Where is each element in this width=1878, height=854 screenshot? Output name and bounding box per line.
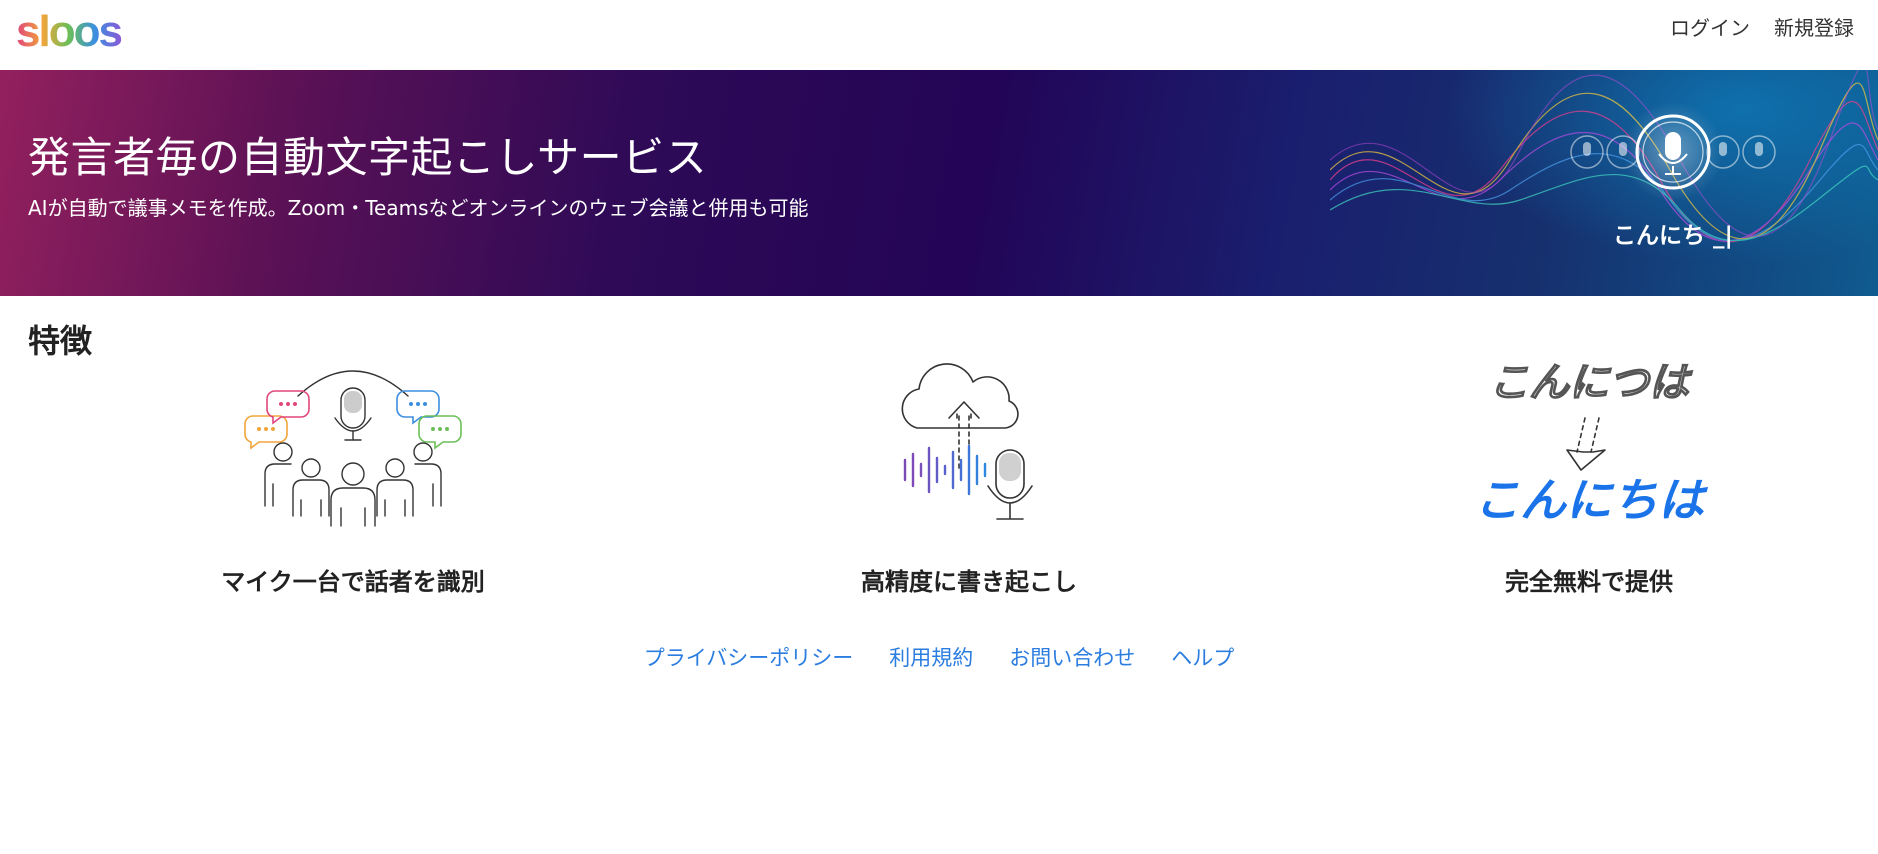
contact-link[interactable]: お問い合わせ xyxy=(1009,642,1135,672)
footer-links: プライバシーポリシー 利用規約 お問い合わせ ヘルプ xyxy=(0,642,1878,672)
svg-text:こんにつは: こんにつは xyxy=(1489,361,1693,405)
login-link[interactable]: ログイン xyxy=(1670,13,1750,43)
feature-label: 完全無料で提供 xyxy=(1505,568,1673,596)
hero-title: 発言者毎の自動文字起こしサービス xyxy=(28,133,708,182)
cloud-upload-microphone-icon xyxy=(901,363,1033,520)
feature-free: こんにつは こんにちは 完全無料で提供 xyxy=(1379,356,1799,596)
register-link[interactable]: 新規登録 xyxy=(1774,13,1854,43)
hero-banner: 発言者毎の自動文字起こしサービス AIが自動で議事メモを作成。Zoom・Team… xyxy=(0,70,1878,296)
sloos-logo[interactable]: sloos xyxy=(16,6,126,56)
privacy-policy-link[interactable]: プライバシーポリシー xyxy=(644,642,854,672)
speakers-microphone-icon xyxy=(244,370,462,527)
help-link[interactable]: ヘルプ xyxy=(1171,642,1234,672)
svg-text:sloos: sloos xyxy=(16,7,121,56)
svg-text:こんにちは: こんにちは xyxy=(1474,474,1709,526)
feature-high-accuracy: 高精度に書き起こし xyxy=(759,356,1179,596)
text-correction-icon: こんにつは こんにちは xyxy=(1474,360,1709,526)
feature-speaker-identification: マイク一台で話者を識別 xyxy=(143,356,563,596)
feature-label: 高精度に書き起こし xyxy=(861,568,1077,596)
sound-wave-microphone-illustration xyxy=(1330,70,1878,243)
header-nav: ログイン 新規登録 xyxy=(1670,13,1854,43)
features-title: 特徴 xyxy=(28,322,93,360)
terms-link[interactable]: 利用規約 xyxy=(889,642,973,672)
typing-caption: こんにち _| xyxy=(1613,223,1733,249)
feature-label: マイク一台で話者を識別 xyxy=(221,568,485,596)
site-header: sloos ログイン 新規登録 xyxy=(0,0,1878,70)
hero-subtitle: AIが自動で議事メモを作成。Zoom・Teamsなどオンラインのウェブ会議と併用… xyxy=(28,196,809,220)
